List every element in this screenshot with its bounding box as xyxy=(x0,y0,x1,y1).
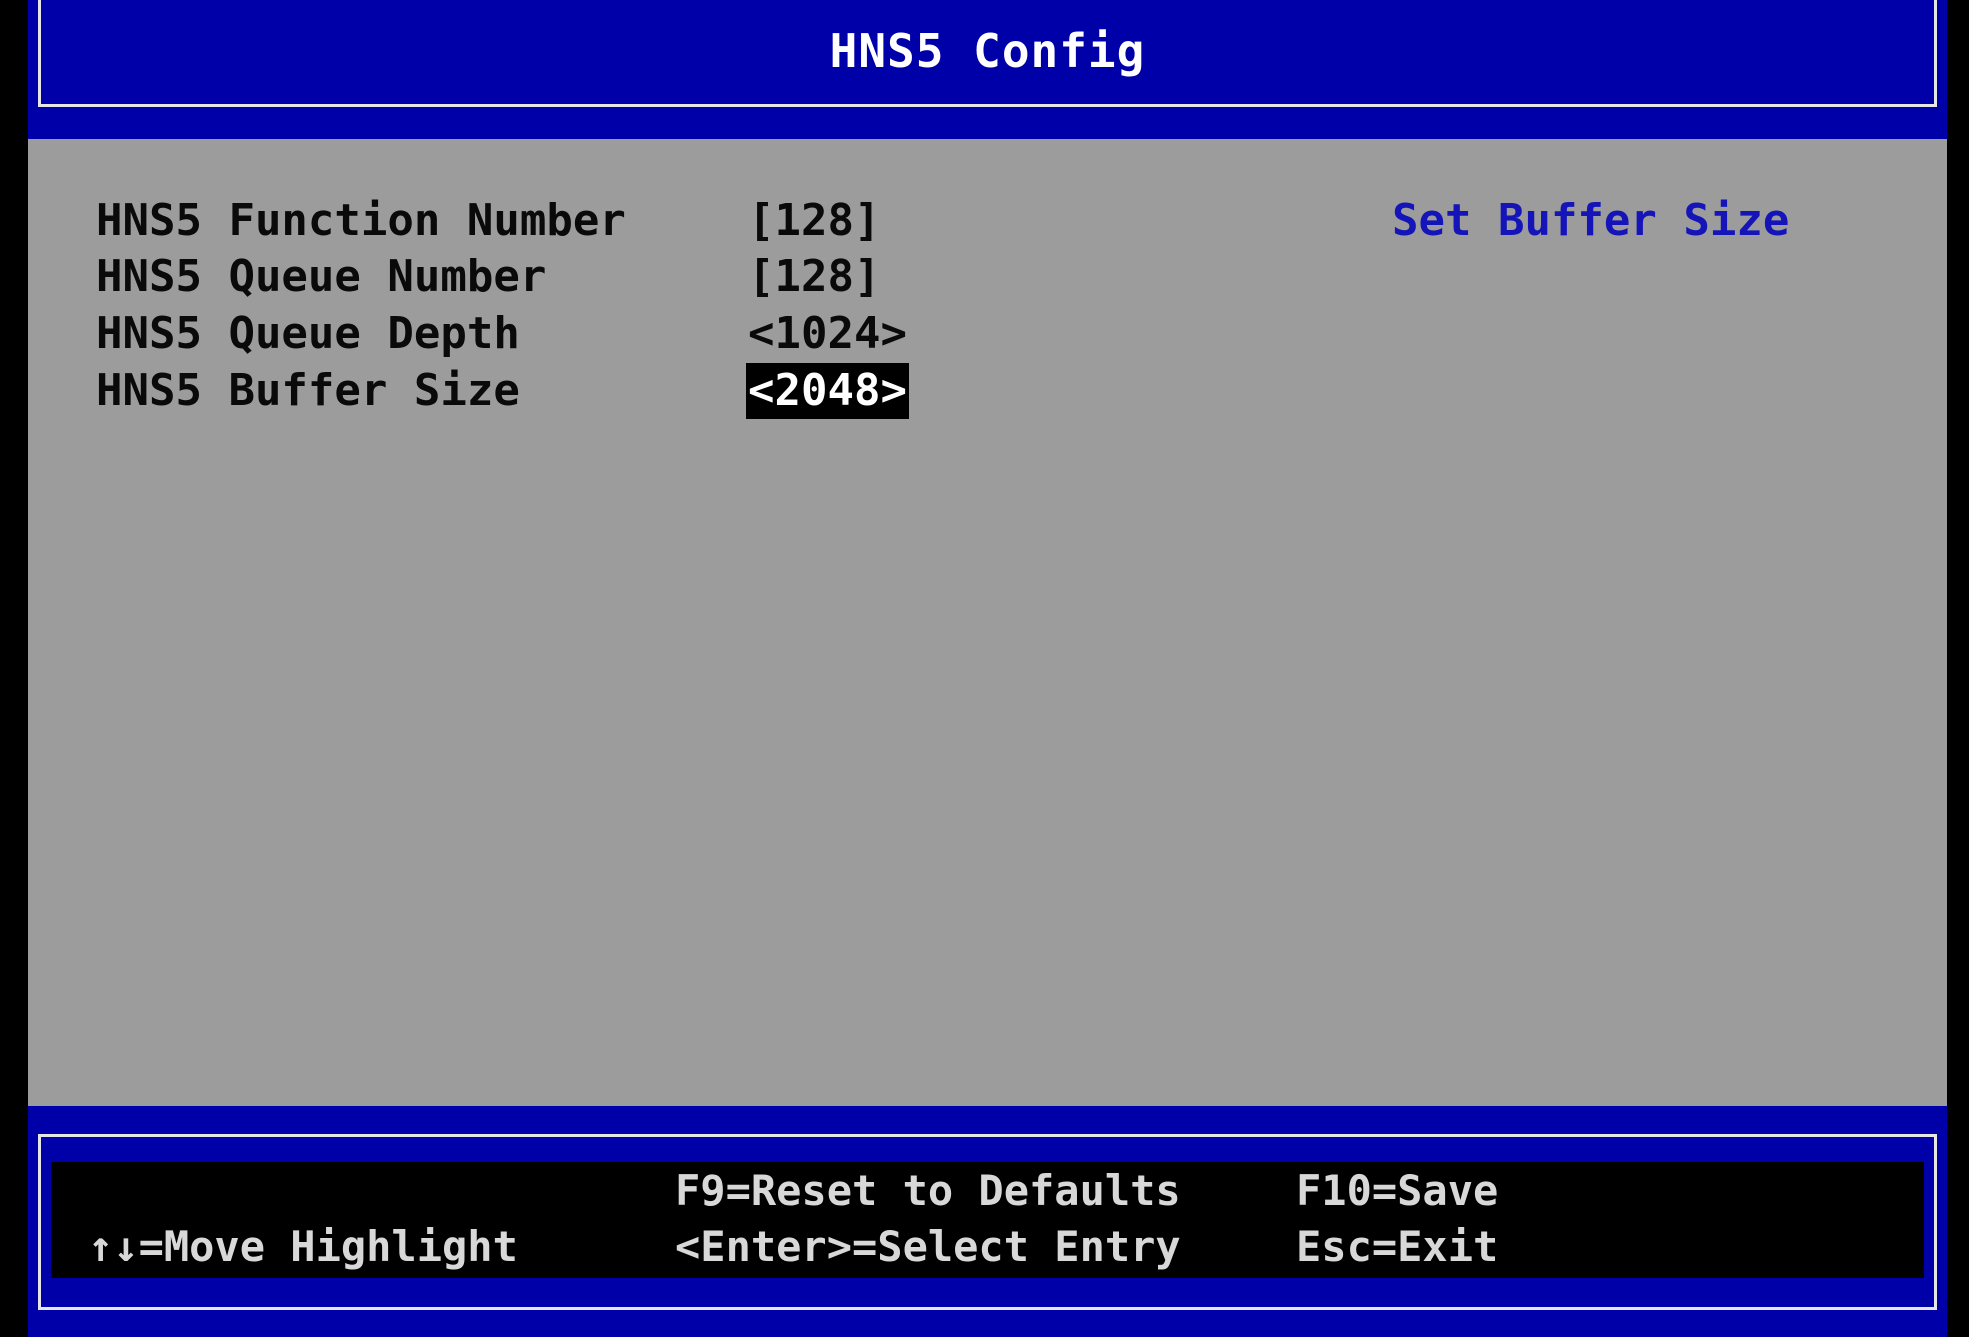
settings-panel: HNS5 Function Number [128] HNS5 Queue Nu… xyxy=(28,139,1947,1106)
help-text: Set Buffer Size xyxy=(1392,195,1790,246)
setting-label: HNS5 Queue Number xyxy=(96,251,547,302)
bios-setup-screen: HNS5 Config HNS5 Function Number [128] H… xyxy=(28,0,1947,1337)
setting-value[interactable]: [128] xyxy=(748,193,880,249)
key-legend: ↑↓=Move Highlight F9=Reset to Defaults <… xyxy=(51,1162,1924,1278)
setting-label: HNS5 Queue Depth xyxy=(96,308,520,359)
setting-value[interactable]: [128] xyxy=(748,249,880,305)
setting-value-selected[interactable]: <2048> xyxy=(746,363,909,419)
setting-row-buffer-size[interactable]: HNS5 Buffer Size <2048> xyxy=(28,363,1947,419)
title-bar: HNS5 Config xyxy=(38,0,1937,107)
select-entry-hint: <Enter>=Select Entry xyxy=(675,1222,1181,1271)
page-title: HNS5 Config xyxy=(829,24,1146,78)
save-hint: F10=Save xyxy=(1296,1166,1499,1215)
setting-value[interactable]: <1024> xyxy=(748,306,907,362)
setting-row-queue-depth[interactable]: HNS5 Queue Depth <1024> xyxy=(28,306,1947,362)
exit-hint: Esc=Exit xyxy=(1296,1222,1499,1271)
setting-label: HNS5 Buffer Size xyxy=(96,365,520,416)
setting-label: HNS5 Function Number xyxy=(96,195,626,246)
setting-row-queue-number[interactable]: HNS5 Queue Number [128] xyxy=(28,249,1947,305)
move-highlight-hint: ↑↓=Move Highlight xyxy=(88,1222,518,1271)
reset-defaults-hint: F9=Reset to Defaults xyxy=(675,1166,1181,1215)
